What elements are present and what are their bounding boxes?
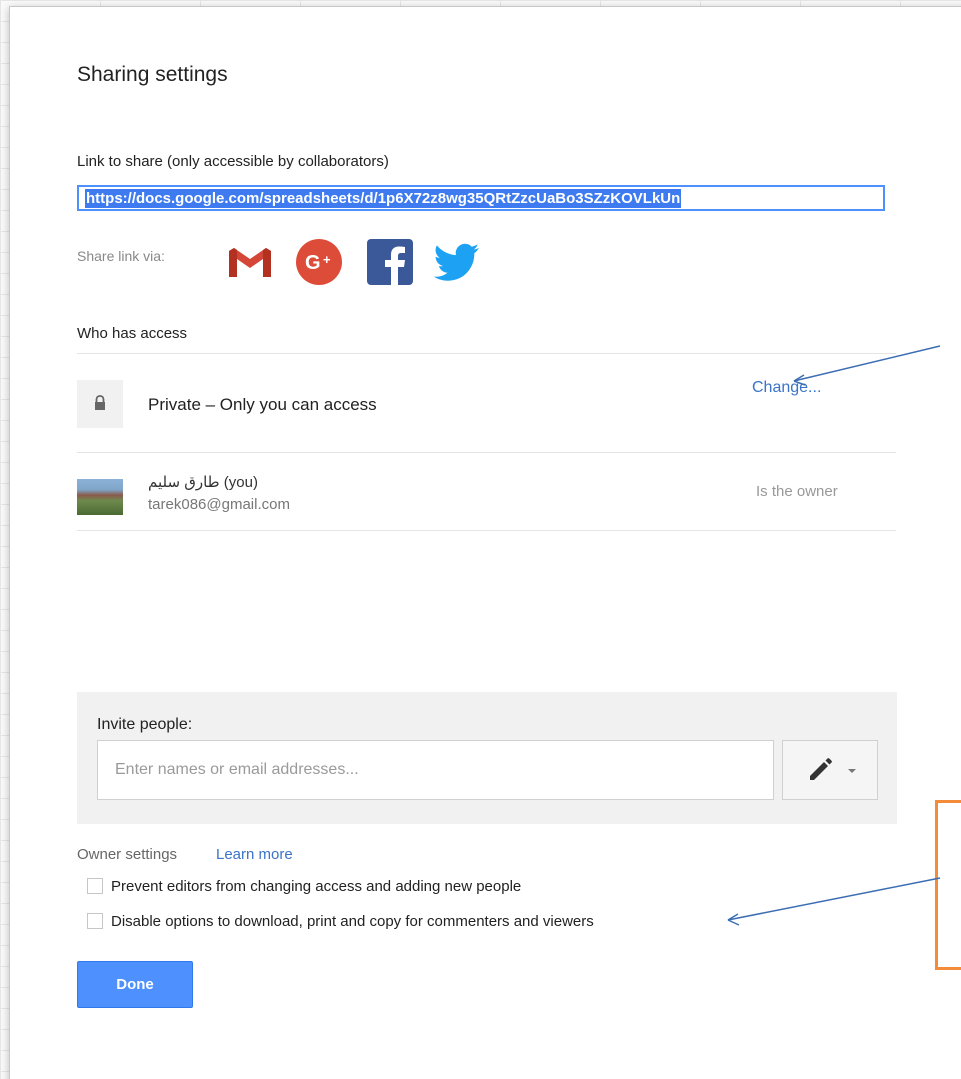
invite-people-label: Invite people: <box>97 716 193 733</box>
twitter-icon[interactable] <box>432 237 482 287</box>
change-visibility-link[interactable]: Change... <box>752 379 821 397</box>
lock-icon <box>95 395 105 410</box>
avatar <box>77 479 123 515</box>
prevent-editors-checkbox[interactable] <box>87 878 103 894</box>
visibility-description: Private – Only you can access <box>148 395 377 414</box>
share-link-url: https://docs.google.com/spreadsheets/d/1… <box>85 189 682 208</box>
share-link-field[interactable]: https://docs.google.com/spreadsheets/d/1… <box>77 185 885 211</box>
svg-text:G: G <box>305 252 321 274</box>
prevent-editors-label: Prevent editors from changing access and… <box>111 878 522 895</box>
google-plus-icon[interactable]: G + <box>294 237 344 287</box>
owner-email: tarek086@gmail.com <box>148 496 290 513</box>
page: Sharing settings Link to share (only acc… <box>0 0 961 1079</box>
owner-settings-label: Owner settings <box>77 846 178 863</box>
disable-download-label: Disable options to download, print and c… <box>111 913 594 930</box>
annotation-box <box>935 800 961 970</box>
permission-dropdown-button[interactable] <box>782 740 878 800</box>
who-has-access-label: Who has access <box>77 325 188 342</box>
sharing-settings-dialog: Sharing settings Link to share (only acc… <box>9 6 961 1079</box>
share-link-via-label: Share link via: <box>77 248 165 264</box>
done-button[interactable]: Done <box>77 961 193 1008</box>
divider <box>77 452 896 453</box>
svg-text:+: + <box>323 252 331 267</box>
learn-more-link[interactable]: Learn more <box>216 846 293 863</box>
divider <box>77 353 896 354</box>
pencil-icon <box>810 758 832 780</box>
chevron-down-icon <box>848 769 856 773</box>
facebook-icon[interactable] <box>365 237 415 287</box>
invite-people-input[interactable] <box>97 740 774 800</box>
owner-name: طارق سليم (you) <box>148 474 258 491</box>
gmail-icon[interactable] <box>225 237 275 287</box>
divider <box>77 530 896 531</box>
disable-download-checkbox[interactable] <box>87 913 103 929</box>
owner-role: Is the owner <box>756 483 838 500</box>
visibility-icon-box <box>77 380 123 428</box>
dialog-title: Sharing settings <box>77 63 228 86</box>
link-to-share-label: Link to share (only accessible by collab… <box>77 153 389 170</box>
